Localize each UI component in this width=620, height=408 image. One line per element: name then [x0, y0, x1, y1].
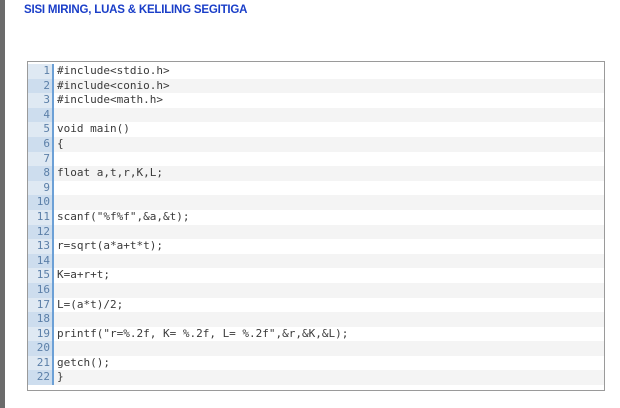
line-number: 14 — [28, 253, 53, 269]
line-number: 13 — [28, 239, 53, 254]
code-text[interactable]: scanf("%f%f",&a,&t); — [57, 210, 189, 225]
line-number: 17 — [28, 297, 53, 313]
code-line: 9 — [28, 180, 604, 196]
line-number: 7 — [28, 151, 53, 167]
gutter-divider — [52, 166, 54, 181]
code-text[interactable]: float a,t,r,K,L; — [57, 166, 163, 181]
line-number: 21 — [28, 355, 53, 371]
code-line: 13 r=sqrt(a*a+t*t); — [28, 239, 604, 254]
line-number: 2 — [28, 78, 53, 94]
gutter-divider — [52, 341, 54, 356]
code-block: 1 #include<stdio.h> 2 #include<conio.h> 3 #in… — [27, 61, 605, 391]
code-text[interactable]: r=sqrt(a*a+t*t); — [57, 239, 163, 254]
code-line: 2 #include<conio.h> — [28, 78, 604, 94]
gutter-divider — [52, 122, 54, 137]
window-left-edge — [0, 0, 5, 408]
gutter-divider — [52, 107, 54, 123]
gutter-divider — [52, 136, 54, 152]
code-lines: 1 #include<stdio.h> 2 #include<conio.h> 3 #in… — [28, 64, 604, 386]
code-text[interactable]: { — [57, 137, 64, 152]
line-number: 19 — [28, 326, 53, 342]
gutter-divider — [52, 253, 54, 269]
code-text[interactable]: L=(a*t)/2; — [57, 298, 123, 313]
code-line: 22} — [28, 370, 604, 386]
code-line: 6{ — [28, 136, 604, 152]
code-line: 18 — [28, 312, 604, 327]
code-text[interactable]: K=a+r+t; — [57, 268, 110, 283]
code-line: 11 scanf("%f%f",&a,&t); — [28, 209, 604, 225]
gutter-divider — [52, 209, 54, 225]
code-line: 8 float a,t,r,K,L; — [28, 166, 604, 181]
code-text[interactable]: #include<math.h> — [57, 93, 163, 108]
code-line: 7 — [28, 151, 604, 167]
code-text[interactable]: #include<stdio.h> — [57, 64, 170, 79]
code-line: 10 — [28, 195, 604, 210]
gutter-divider — [52, 312, 54, 327]
code-line: 4 — [28, 107, 604, 123]
code-text[interactable]: void main() — [57, 122, 130, 137]
line-number: 9 — [28, 180, 53, 196]
code-text[interactable]: #include<conio.h> — [57, 79, 170, 94]
code-line: 21 getch(); — [28, 355, 604, 371]
gutter-divider — [52, 151, 54, 167]
gutter-divider — [52, 180, 54, 196]
line-number: 8 — [28, 166, 53, 181]
line-number: 12 — [28, 224, 53, 240]
code-line: 5 void main() — [28, 122, 604, 137]
line-number: 15 — [28, 268, 53, 283]
line-number: 10 — [28, 195, 53, 210]
code-line: 16 — [28, 282, 604, 298]
line-number: 16 — [28, 282, 53, 298]
gutter-divider — [52, 224, 54, 240]
line-number: 5 — [28, 122, 53, 137]
code-line: 17 L=(a*t)/2; — [28, 297, 604, 313]
gutter-divider — [52, 239, 54, 254]
code-line: 20 — [28, 341, 604, 356]
gutter-divider — [52, 268, 54, 283]
gutter-divider — [52, 78, 54, 94]
code-line: 3 #include<math.h> — [28, 93, 604, 108]
gutter-divider — [52, 355, 54, 371]
line-number: 18 — [28, 312, 53, 327]
line-number: 22 — [28, 370, 53, 386]
code-text[interactable]: printf("r=%.2f, K= %.2f, L= %.2f",&r,&K,… — [57, 327, 348, 342]
gutter-divider — [52, 195, 54, 210]
code-line: 12 — [28, 224, 604, 240]
line-number: 3 — [28, 93, 53, 108]
line-number: 20 — [28, 341, 53, 356]
line-number: 1 — [28, 64, 53, 79]
code-line: 1 #include<stdio.h> — [28, 64, 604, 79]
gutter-divider — [52, 64, 54, 79]
gutter-divider — [52, 282, 54, 298]
page-title: SISI MIRING, LUAS & KELILING SEGITIGA — [24, 4, 248, 16]
gutter-divider — [52, 297, 54, 313]
code-text[interactable]: } — [57, 370, 64, 385]
code-line: 19 printf("r=%.2f, K= %.2f, L= %.2f",&r,&… — [28, 326, 604, 342]
code-line: 15 K=a+r+t; — [28, 268, 604, 283]
gutter-divider — [52, 370, 54, 386]
line-number: 4 — [28, 107, 53, 123]
code-line: 14 — [28, 253, 604, 269]
line-number: 11 — [28, 209, 53, 225]
gutter-divider — [52, 326, 54, 342]
code-text[interactable]: getch(); — [57, 356, 110, 371]
line-number: 6 — [28, 136, 53, 152]
gutter-divider — [52, 93, 54, 108]
